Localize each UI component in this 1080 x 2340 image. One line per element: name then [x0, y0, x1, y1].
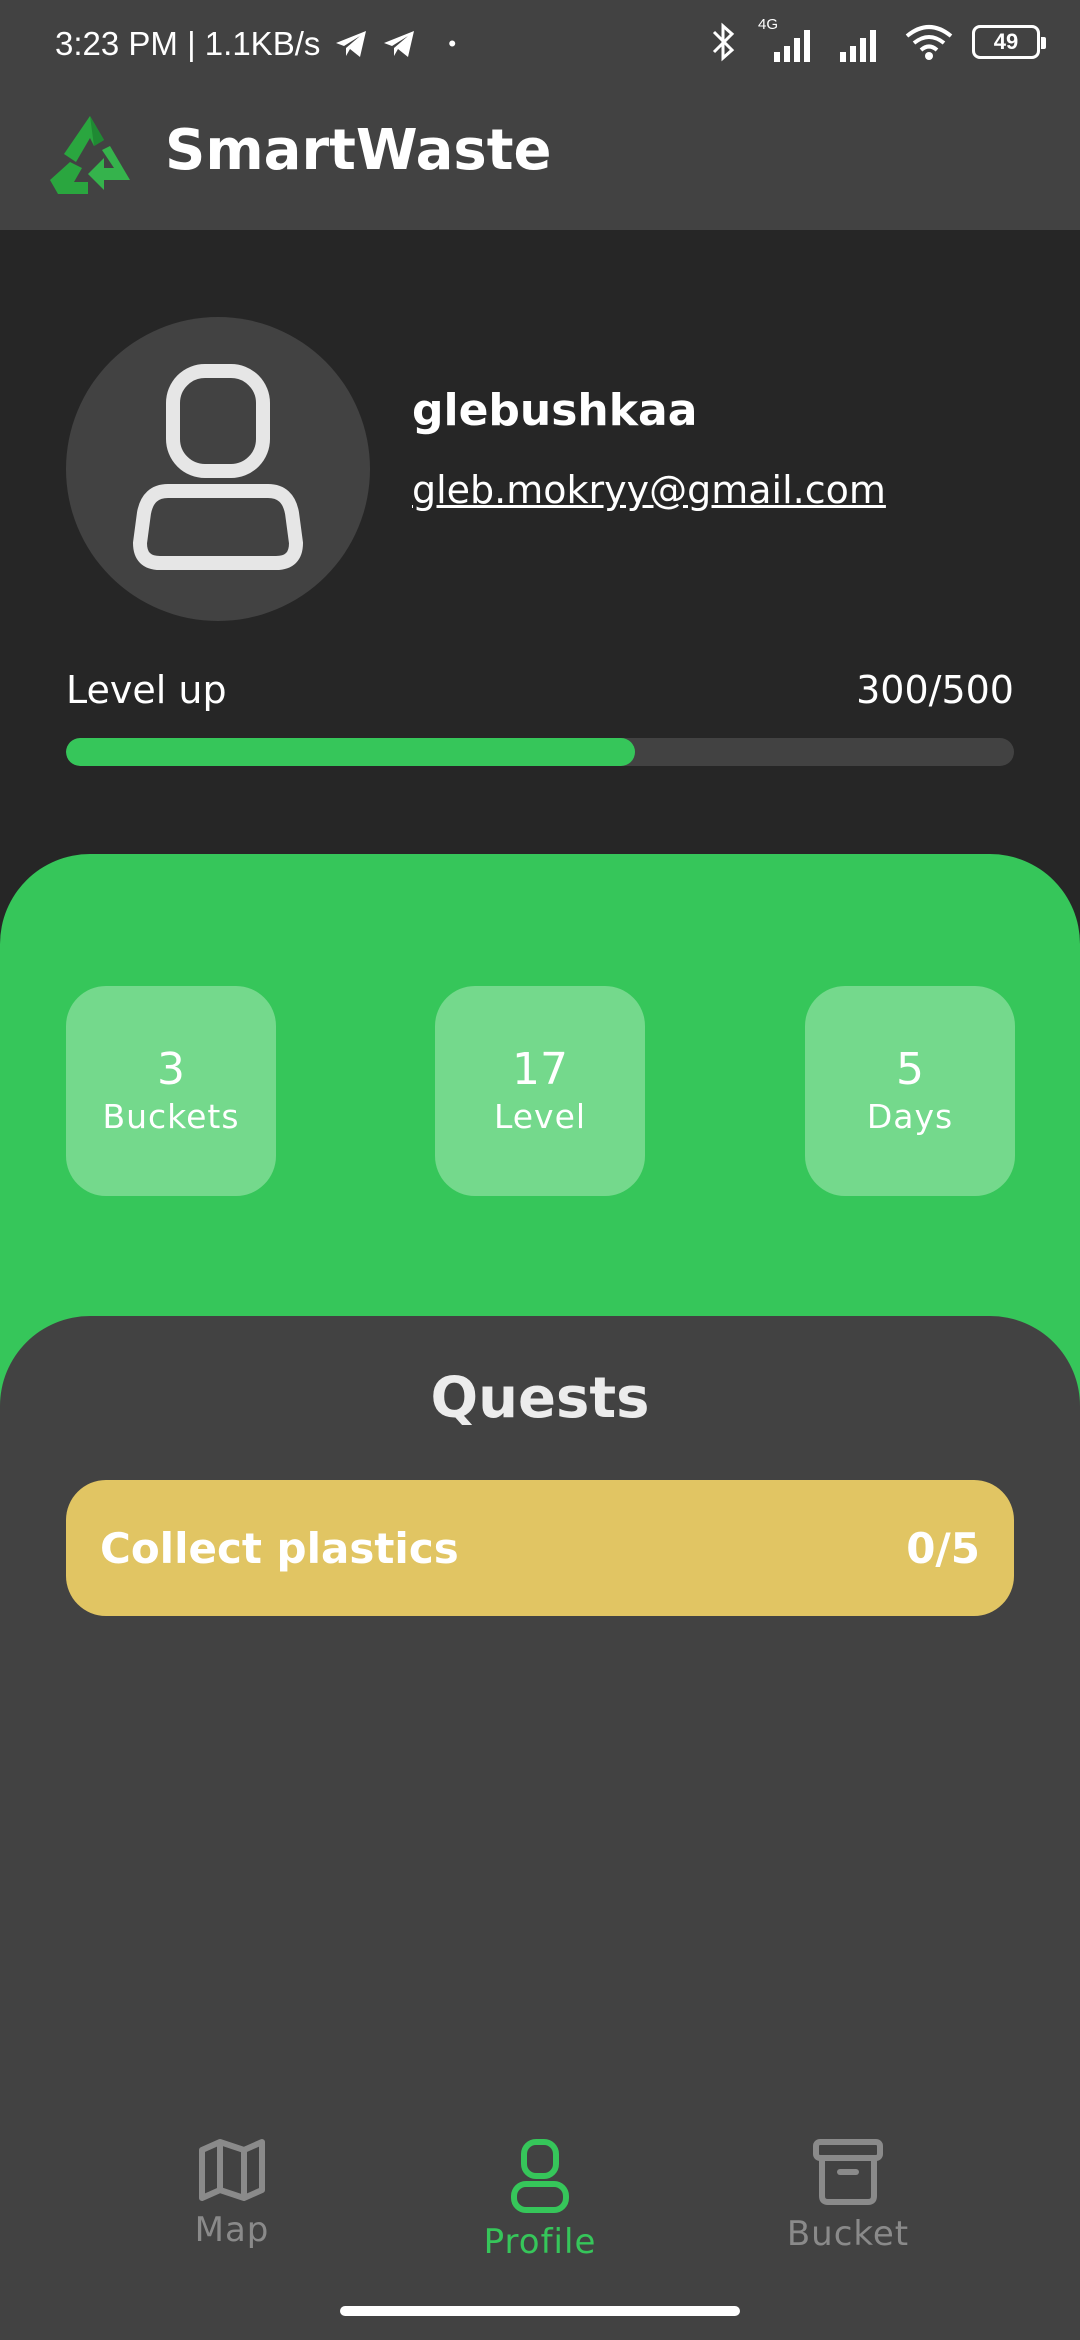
- quest-item[interactable]: Collect plastics 0/5: [66, 1480, 1014, 1616]
- home-indicator[interactable]: [340, 2306, 740, 2316]
- stat-value: 3: [157, 1044, 185, 1095]
- telegram-icon: [336, 31, 367, 57]
- map-icon: [199, 2139, 265, 2201]
- stat-card-level: 17 Level: [435, 986, 645, 1196]
- archive-box-icon: [813, 2139, 883, 2205]
- nav-item-map[interactable]: Map: [122, 2138, 342, 2250]
- level-value: 300/500: [856, 668, 1014, 712]
- nav-label-map: Map: [194, 2210, 270, 2250]
- email-link[interactable]: gleb.mokryy@gmail.com: [412, 468, 886, 512]
- app-bar: SmartWaste: [0, 90, 1080, 230]
- stat-value: 5: [896, 1044, 924, 1095]
- quests-title: Quests: [430, 1366, 650, 1431]
- level-label: Level up: [66, 668, 227, 712]
- cell-signal-4g: 4G: [754, 16, 818, 64]
- app-title: SmartWaste: [165, 118, 552, 183]
- username: glebushkaa: [412, 385, 698, 436]
- nav-label-profile: Profile: [483, 2222, 597, 2262]
- wifi-icon: [905, 25, 953, 60]
- status-bar: 3:23 PM | 1.1KB/s • 4G 49: [0, 0, 1080, 90]
- user-icon: [132, 364, 304, 570]
- stat-card-days: 5 Days: [805, 986, 1015, 1196]
- quest-progress: 0/5: [906, 1524, 980, 1573]
- user-icon: [511, 2139, 569, 2213]
- bluetooth-icon: [712, 22, 735, 62]
- status-right: 4G 49: [710, 16, 1046, 64]
- status-time: 3:23 PM | 1.1KB/s: [55, 25, 321, 62]
- status-left: 3:23 PM | 1.1KB/s •: [55, 25, 456, 63]
- battery-level: 49: [993, 29, 1019, 54]
- stat-label: Buckets: [102, 1097, 240, 1136]
- avatar[interactable]: [66, 317, 370, 621]
- recycle-icon: [50, 116, 130, 194]
- signal-icon: [840, 30, 876, 62]
- nav-item-bucket[interactable]: Bucket: [738, 2138, 958, 2254]
- nav-label-bucket: Bucket: [786, 2214, 910, 2254]
- quest-name: Collect plastics: [100, 1524, 459, 1573]
- level-progress-fill: [66, 738, 635, 766]
- level-progress-bar: [66, 738, 1014, 766]
- signal-icon: [774, 30, 810, 62]
- status-dot: •: [448, 31, 457, 56]
- stat-value: 17: [512, 1044, 568, 1095]
- stat-label: Level: [493, 1097, 587, 1136]
- nav-item-profile[interactable]: Profile: [430, 2138, 650, 2262]
- battery-icon: 49: [972, 25, 1046, 59]
- stat-label: Days: [866, 1097, 954, 1136]
- stat-card-buckets: 3 Buckets: [66, 986, 276, 1196]
- telegram-icon: [384, 31, 415, 57]
- bottom-nav: Map Profile Bucket: [0, 2120, 1080, 2280]
